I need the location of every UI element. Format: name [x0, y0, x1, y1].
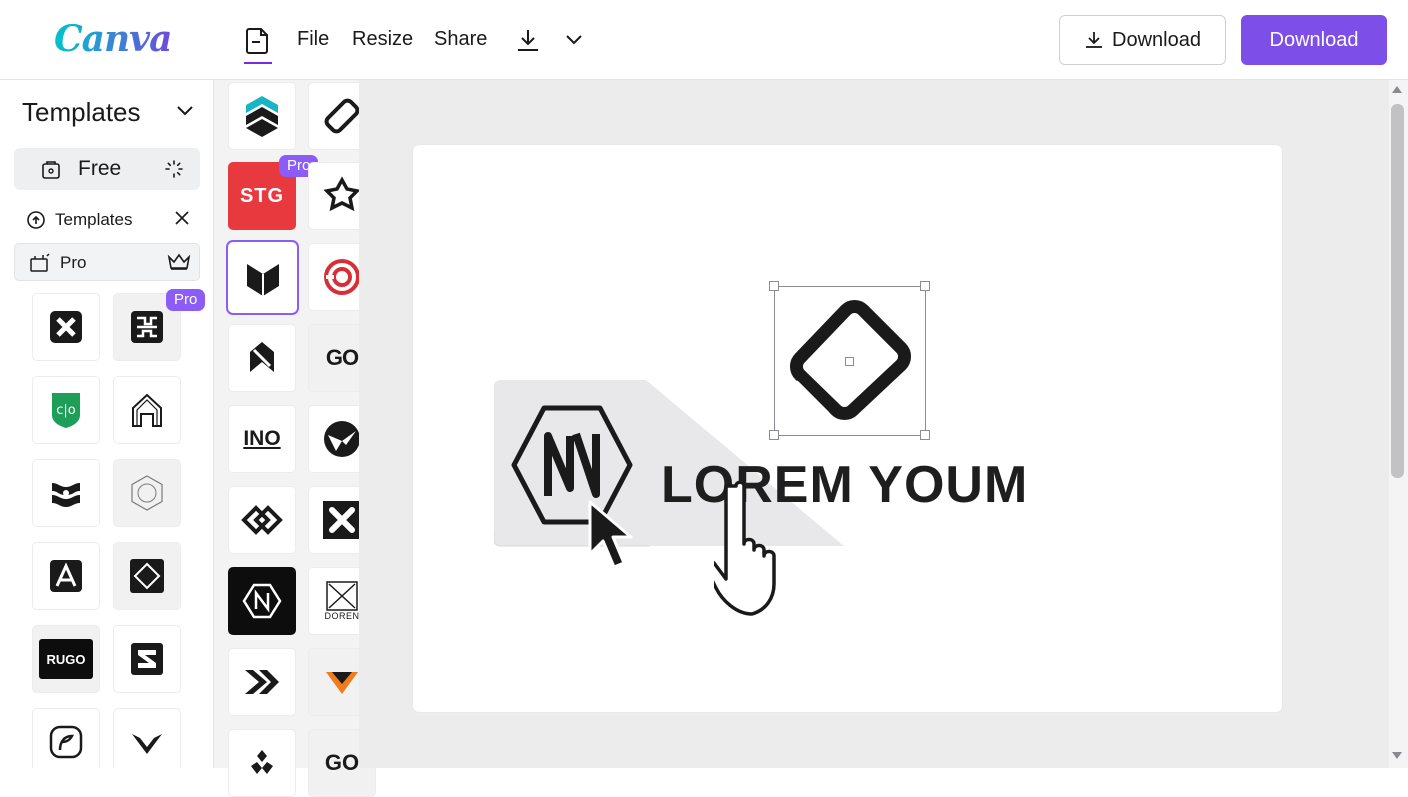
canva-logo[interactable]: Canva	[54, 18, 172, 60]
hand-pointer-cursor-icon	[714, 480, 776, 616]
upload-circle-icon	[27, 211, 45, 229]
document-home-icon	[246, 28, 268, 54]
scroll-up-arrow-icon[interactable]	[1392, 86, 1402, 93]
link-logo-icon	[324, 98, 360, 134]
template-thumb-cjo-shield[interactable]: c|o	[32, 376, 100, 444]
mid-thumb-n-hexagon[interactable]	[228, 567, 296, 635]
diamond-logo-icon	[130, 559, 164, 593]
orange-v-logo-icon	[326, 672, 358, 694]
shield-logo-icon: c|o	[52, 393, 80, 428]
house-arch-logo-icon	[132, 393, 162, 427]
template-thumb-rugo[interactable]: RUGO	[32, 625, 100, 693]
pro-badge: Pro	[166, 289, 206, 311]
n-hexagon-logo-icon	[242, 583, 282, 619]
active-tab-indicator	[244, 62, 272, 64]
download-primary-button[interactable]: Download	[1241, 15, 1387, 65]
templates-filter-label: Templates	[55, 210, 133, 229]
doren-logo-text: DOREN	[324, 611, 360, 621]
mid-thumb-cube[interactable]	[228, 82, 296, 150]
template-thumb-circle-e[interactable]	[32, 708, 100, 768]
template-thumb-diamond[interactable]	[113, 542, 181, 610]
x-square-logo-icon	[50, 311, 82, 343]
template-thumb-a-square[interactable]	[32, 542, 100, 610]
ino-logo-text: INO	[243, 427, 281, 450]
mid-thumb-ino[interactable]: INO	[228, 405, 296, 473]
template-thumb-hexagon-ring[interactable]	[113, 459, 181, 527]
templates-filter-chip[interactable]: Templates	[26, 208, 196, 232]
top-bar: Canva File Resize Share Download Downloa…	[0, 0, 1408, 80]
template-thumb-house-arch[interactable]	[113, 376, 181, 444]
chain-logo-icon	[241, 505, 283, 535]
maze-logo-icon	[131, 311, 163, 343]
download-icon	[1086, 32, 1103, 48]
stg-logo-text: STG	[239, 184, 285, 207]
scrollbar-thumb[interactable]	[1391, 104, 1404, 478]
resize-handle-top-left[interactable]	[769, 281, 779, 291]
vbird-logo-icon	[246, 263, 279, 296]
resize-handle-bottom-left[interactable]	[769, 430, 779, 440]
k-wing-logo-icon	[245, 670, 279, 694]
close-icon[interactable]	[174, 210, 190, 226]
v-wing-logo-icon	[132, 734, 162, 754]
pro-label: Pro	[60, 253, 87, 272]
chevron-down-icon[interactable]	[174, 100, 196, 122]
arrow-cursor-icon	[588, 500, 633, 569]
resize-handle-bottom-right[interactable]	[920, 430, 930, 440]
x-flower-logo-icon	[323, 501, 361, 539]
ornament-logo-icon	[52, 483, 80, 507]
template-thumb-ornament[interactable]	[32, 459, 100, 527]
svg-text:c|o: c|o	[56, 403, 76, 418]
hexagon-ring-logo-icon	[131, 475, 163, 511]
templates-panel: Templates Free Templates Pro Pro c|o RUG…	[0, 80, 214, 768]
doren-x-icon	[326, 581, 358, 611]
download-arrow-icon[interactable]	[514, 26, 542, 54]
cube-logo-icon	[246, 96, 278, 137]
download-outline-button[interactable]: Download	[1059, 15, 1226, 65]
n-mark-logo-icon	[250, 342, 274, 372]
menu-resize[interactable]: Resize	[352, 28, 413, 51]
template-thumb-v-wing[interactable]	[113, 708, 181, 768]
mid-thumb-n-mark[interactable]	[228, 324, 296, 392]
circle-e-logo-icon	[49, 725, 83, 759]
red-swirl-logo-icon	[324, 259, 360, 295]
shopping-bag-icon	[42, 161, 60, 179]
bird-circle-logo-icon	[324, 421, 360, 457]
scroll-down-arrow-icon[interactable]	[1392, 752, 1402, 759]
mid-thumb-k-wing[interactable]	[228, 648, 296, 716]
ornate-logo-icon	[251, 750, 273, 774]
loading-spinner-icon	[165, 160, 183, 178]
resize-handle-top-right[interactable]	[920, 281, 930, 291]
mid-thumb-vbird-selected[interactable]	[226, 240, 299, 315]
download-outline-label: Download	[1112, 28, 1201, 51]
a-square-logo-icon	[50, 560, 82, 592]
free-label: Free	[78, 157, 122, 180]
box-sparkle-icon	[30, 253, 50, 272]
mid-thumb-ornate[interactable]	[228, 729, 296, 797]
link-logo-selected-icon	[790, 300, 911, 420]
crown-icon	[167, 253, 191, 270]
mid-thumb-chain[interactable]	[228, 486, 296, 554]
s-block-logo-icon	[131, 643, 163, 675]
pro-filter-button[interactable]: Pro	[14, 243, 200, 281]
go2-logo-text: GO	[324, 750, 360, 775]
knot-logo-icon	[323, 176, 361, 212]
free-filter-button[interactable]: Free	[14, 148, 200, 190]
menu-share[interactable]: Share	[434, 28, 487, 51]
panel-title: Templates	[22, 97, 141, 127]
rugo-logo-text: RUGO	[39, 639, 93, 679]
go-logo-text: GO	[325, 345, 359, 370]
template-thumb-s-block[interactable]	[113, 625, 181, 693]
chevron-down-icon[interactable]	[562, 26, 590, 54]
template-thumb-x-square[interactable]	[32, 293, 100, 361]
menu-file[interactable]: File	[297, 28, 329, 51]
home-button[interactable]	[244, 26, 272, 66]
